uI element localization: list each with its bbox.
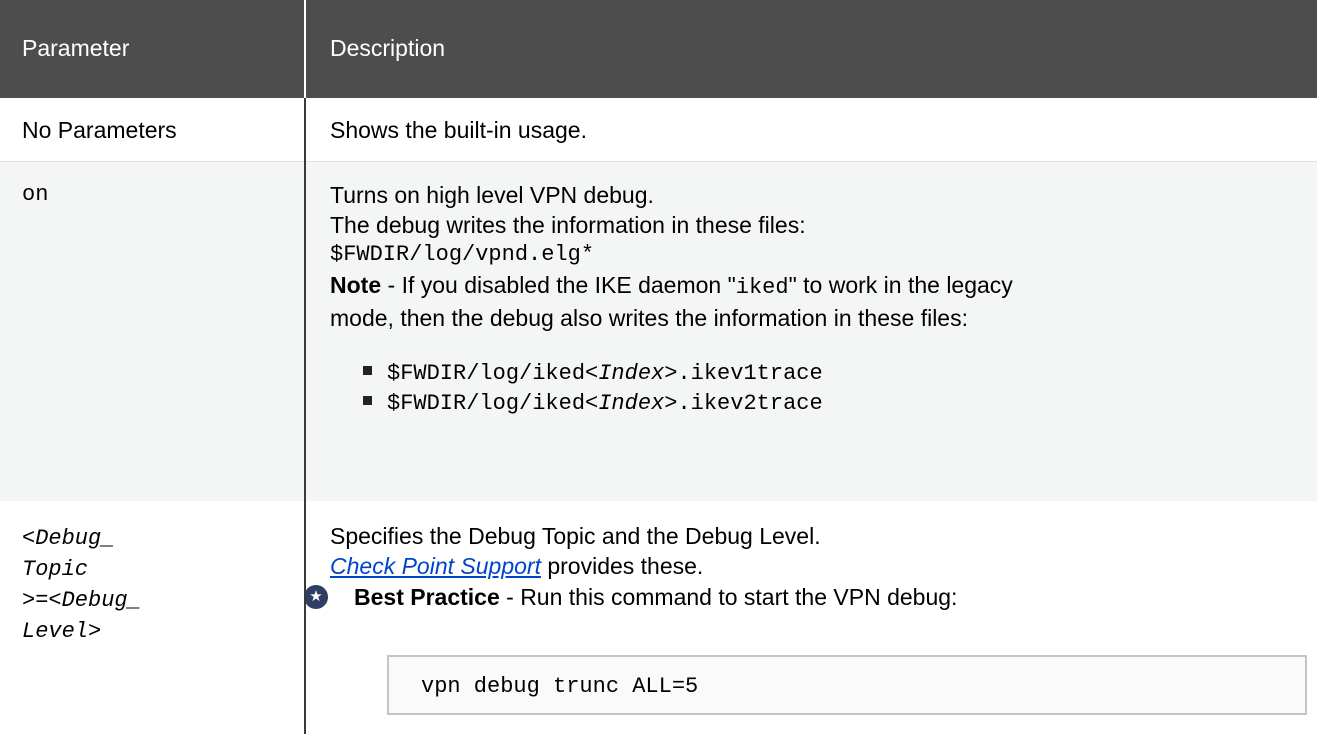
header-description: Description <box>330 35 446 61</box>
bullet-text-italic: Index <box>598 361 665 386</box>
param-line: Topic <box>22 557 89 582</box>
note-part: " to work in the legacy <box>788 272 1013 298</box>
list-item: $FWDIR/log/iked<Index>.ikev2trace <box>363 389 1317 419</box>
desc-line: Check Point Support provides these. <box>330 551 1317 581</box>
star-badge-icon: ★ <box>304 585 328 609</box>
note-text: Note - If you disabled the IKE daemon "i… <box>330 270 1317 303</box>
desc-line: Specifies the Debug Topic and the Debug … <box>330 523 821 549</box>
link-suffix: provides these. <box>540 553 704 579</box>
desc-cell: Shows the built-in usage. <box>330 117 587 143</box>
bp-label: Best Practice <box>354 584 500 610</box>
param-cell: No Parameters <box>22 117 177 143</box>
bullet-text-italic: Index <box>598 391 665 416</box>
square-bullet-icon <box>363 396 372 405</box>
bullet-list: $FWDIR/log/iked<Index>.ikev1trace $FWDIR… <box>330 359 1317 419</box>
desc-line: The debug writes the information in thes… <box>330 212 806 238</box>
table-row-on: on Turns on high level VPN debug. The de… <box>0 162 1317 501</box>
command-text: vpn debug trunc ALL=5 <box>421 674 699 699</box>
desc-cell: Turns on high level VPN debug. The debug… <box>306 180 1317 419</box>
check-point-support-link[interactable]: Check Point Support <box>330 553 541 579</box>
bullet-text: >.ikev2trace <box>664 391 823 416</box>
file-path: $FWDIR/log/vpnd.elg* <box>330 242 595 267</box>
best-practice-note: ★ Best Practice - Run this command to sta… <box>304 582 1317 612</box>
table-row-no-parameters: No Parameters Shows the built-in usage. <box>0 98 1317 161</box>
bullet-text: $FWDIR/log/iked< <box>387 361 599 386</box>
param-line: <Debug_ <box>22 526 115 551</box>
desc-cell: Specifies the Debug Topic and the Debug … <box>304 521 1317 612</box>
bp-text: - Run this command to start the VPN debu… <box>499 584 958 610</box>
command-code-block[interactable]: vpn debug trunc ALL=5 <box>387 655 1307 715</box>
header-parameter: Parameter <box>22 35 130 61</box>
note-part: - If you disabled the IKE daemon " <box>381 272 736 298</box>
square-bullet-icon <box>363 366 372 375</box>
bullet-text: $FWDIR/log/iked< <box>387 391 599 416</box>
column-divider <box>304 98 306 734</box>
note-line: mode, then the debug also writes the inf… <box>330 305 968 331</box>
list-item: $FWDIR/log/iked<Index>.ikev1trace <box>363 359 1317 389</box>
param-line: Level> <box>22 619 102 644</box>
param-line: >=<Debug_ <box>22 588 141 613</box>
table-header: Parameter Description <box>0 0 1317 98</box>
desc-line: Turns on high level VPN debug. <box>330 182 654 208</box>
note-code: iked <box>735 275 789 300</box>
param-cell: <Debug_ Topic >=<Debug_ Level> <box>0 523 304 647</box>
note-label: Note <box>330 272 382 298</box>
bullet-text: >.ikev1trace <box>664 361 823 386</box>
param-cell: on <box>22 182 49 207</box>
